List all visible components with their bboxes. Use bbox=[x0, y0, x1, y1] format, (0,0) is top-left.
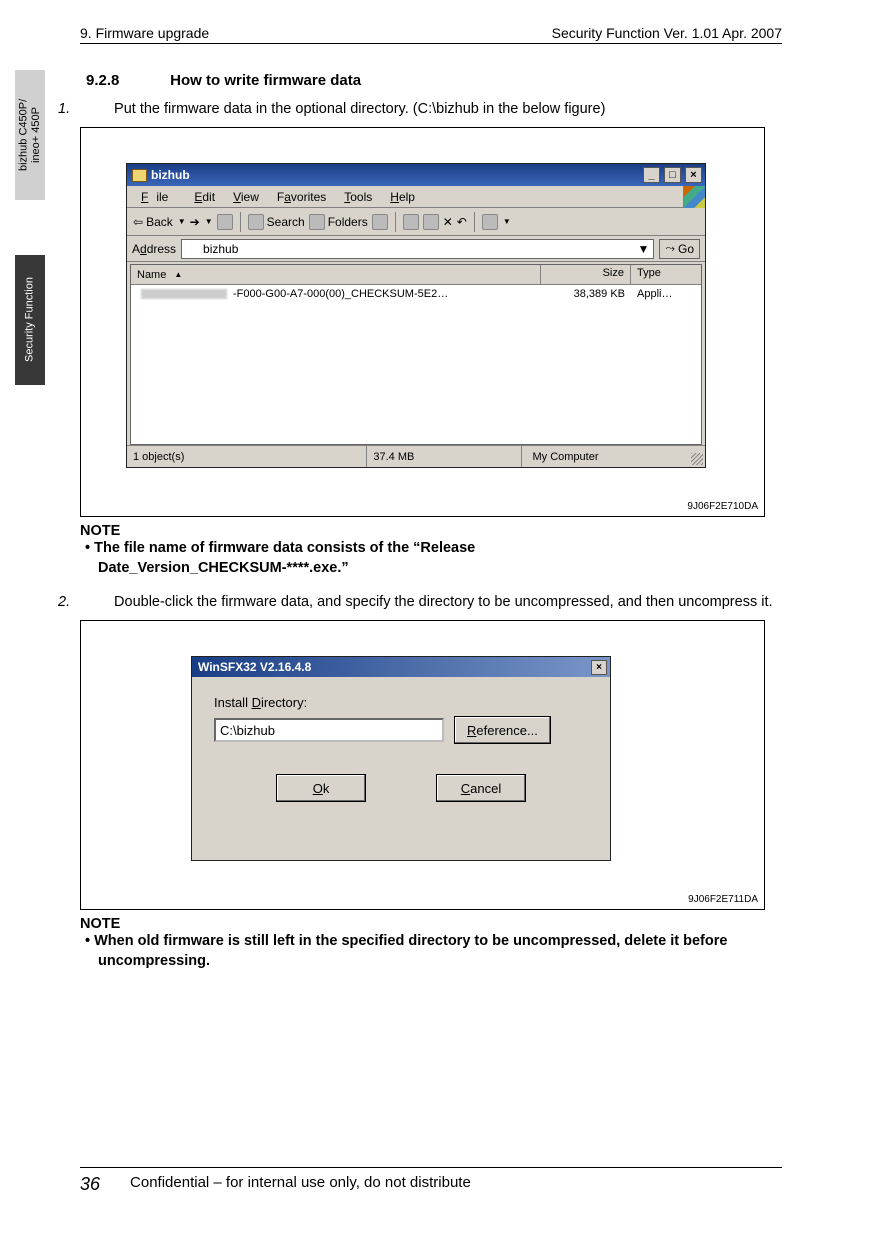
column-name[interactable]: Name ▲ bbox=[131, 265, 541, 284]
toolbar-separator bbox=[240, 212, 241, 232]
file-row[interactable]: -F000-G00-A7-000(00)_CHECKSUM-5E2… 38,38… bbox=[131, 285, 701, 303]
figure-2: WinSFX32 V2.16.4.8 × Install Directory: … bbox=[80, 620, 765, 910]
section-heading: 9.2.8 How to write firmware data bbox=[86, 72, 782, 89]
minimize-button[interactable]: _ bbox=[643, 167, 660, 183]
side-tab-section: Security Function bbox=[15, 255, 45, 385]
figure-code: 9J06F2E711DA bbox=[688, 894, 758, 905]
column-type[interactable]: Type bbox=[631, 265, 701, 284]
note-2-body: When old firmware is still left in the s… bbox=[98, 932, 782, 971]
section-number: 9.2.8 bbox=[86, 72, 166, 89]
status-objects: 1 object(s) bbox=[127, 446, 367, 467]
close-button[interactable]: × bbox=[591, 660, 607, 675]
windows-logo-icon bbox=[683, 186, 705, 208]
step-1: 1. Put the firmware data in the optional… bbox=[110, 101, 782, 117]
section-title: How to write firmware data bbox=[170, 72, 361, 89]
toolbar-separator bbox=[395, 212, 396, 232]
delete-button[interactable]: ✕ bbox=[443, 215, 453, 229]
menu-favorites[interactable]: Favorites bbox=[269, 188, 334, 206]
step-2-text: Double-click the firmware data, and spec… bbox=[114, 594, 772, 610]
header-right: Security Function Ver. 1.01 Apr. 2007 bbox=[552, 25, 782, 41]
running-header: 9. Firmware upgrade Security Function Ve… bbox=[80, 25, 782, 44]
chevron-down-icon[interactable]: ▼ bbox=[637, 242, 649, 256]
status-location: My Computer bbox=[522, 446, 705, 467]
ok-button[interactable]: Ok bbox=[276, 774, 366, 802]
close-button[interactable]: × bbox=[685, 167, 702, 183]
winsfx-dialog: WinSFX32 V2.16.4.8 × Install Directory: … bbox=[191, 656, 611, 861]
status-size: 37.4 MB bbox=[367, 446, 522, 467]
go-button[interactable]: ⤳Go bbox=[659, 239, 700, 259]
step-1-number: 1. bbox=[84, 101, 110, 117]
confidential-notice: Confidential – for internal use only, do… bbox=[130, 1174, 471, 1191]
undo-button[interactable]: ↶ bbox=[457, 215, 467, 229]
folders-icon bbox=[309, 214, 325, 230]
search-icon bbox=[248, 214, 264, 230]
toolbar: ⇦ Back▼ ➔▼ Search Folders ✕ ↶ ▼ bbox=[127, 208, 705, 236]
explorer-window: bizhub _ □ × File Edit View Favorites To… bbox=[126, 163, 706, 468]
step-2: 2. Double-click the firmware data, and s… bbox=[110, 594, 782, 610]
figure-code: 9J06F2E710DA bbox=[687, 501, 758, 512]
note-2-heading: NOTE bbox=[80, 916, 782, 932]
menu-bar: File Edit View Favorites Tools Help bbox=[127, 186, 705, 208]
step-1-text: Put the firmware data in the optional di… bbox=[114, 101, 605, 117]
copy-to-button[interactable] bbox=[423, 214, 439, 230]
page-number: 36 bbox=[80, 1174, 100, 1195]
views-icon bbox=[482, 214, 498, 230]
address-label: Address bbox=[132, 242, 176, 256]
menu-view[interactable]: View bbox=[225, 188, 267, 206]
toolbar-separator bbox=[474, 212, 475, 232]
cancel-button[interactable]: Cancel bbox=[436, 774, 526, 802]
step-2-number: 2. bbox=[84, 594, 110, 610]
file-type: Appli… bbox=[631, 288, 701, 300]
window-titlebar: bizhub _ □ × bbox=[127, 164, 705, 186]
up-button[interactable] bbox=[217, 214, 233, 230]
back-button[interactable]: ⇦ Back▼ bbox=[133, 215, 186, 229]
folder-icon bbox=[186, 243, 199, 254]
status-bar: 1 object(s) 37.4 MB My Computer bbox=[127, 445, 705, 467]
column-size[interactable]: Size bbox=[541, 265, 631, 284]
address-value: bizhub bbox=[203, 242, 238, 256]
note-1-heading: NOTE bbox=[80, 523, 782, 539]
menu-help[interactable]: Help bbox=[382, 188, 423, 206]
reference-button[interactable]: Reference... bbox=[454, 716, 551, 744]
menu-edit[interactable]: Edit bbox=[186, 188, 223, 206]
side-tab-model: bizhub C450P/ineo+ 450P bbox=[15, 70, 45, 200]
sort-arrow-icon: ▲ bbox=[174, 270, 182, 279]
folders-button[interactable]: Folders bbox=[309, 214, 368, 230]
address-bar: Address bizhub ▼ ⤳Go bbox=[127, 236, 705, 262]
menu-file[interactable]: File bbox=[133, 188, 184, 206]
header-left: 9. Firmware upgrade bbox=[80, 25, 209, 41]
file-size: 38,389 KB bbox=[541, 288, 631, 300]
folder-icon bbox=[132, 169, 147, 182]
page-footer: 36 Confidential – for internal use only,… bbox=[80, 1174, 782, 1195]
resize-grip-icon[interactable] bbox=[691, 453, 703, 465]
address-field[interactable]: bizhub ▼ bbox=[181, 239, 654, 259]
redacted-text bbox=[141, 289, 227, 299]
install-directory-input[interactable] bbox=[214, 718, 444, 742]
move-to-button[interactable] bbox=[403, 214, 419, 230]
menu-tools[interactable]: Tools bbox=[336, 188, 380, 206]
maximize-button[interactable]: □ bbox=[664, 167, 681, 183]
search-button[interactable]: Search bbox=[248, 214, 305, 230]
forward-button[interactable]: ➔▼ bbox=[190, 215, 213, 229]
footer-rule bbox=[80, 1167, 782, 1168]
list-header: Name ▲ Size Type bbox=[131, 265, 701, 285]
file-list: Name ▲ Size Type -F000-G00-A7-000(00)_CH… bbox=[130, 264, 702, 445]
dialog-title: WinSFX32 V2.16.4.8 bbox=[198, 660, 311, 674]
file-name: -F000-G00-A7-000(00)_CHECKSUM-5E2… bbox=[233, 288, 448, 300]
history-button[interactable] bbox=[372, 214, 388, 230]
install-directory-label: Install Directory: bbox=[214, 695, 588, 710]
note-1-body: The file name of firmware data consists … bbox=[98, 539, 658, 578]
dialog-titlebar: WinSFX32 V2.16.4.8 × bbox=[192, 657, 610, 677]
window-title: bizhub bbox=[151, 168, 639, 182]
figure-1: bizhub _ □ × File Edit View Favorites To… bbox=[80, 127, 765, 517]
views-button[interactable]: ▼ bbox=[482, 214, 511, 230]
